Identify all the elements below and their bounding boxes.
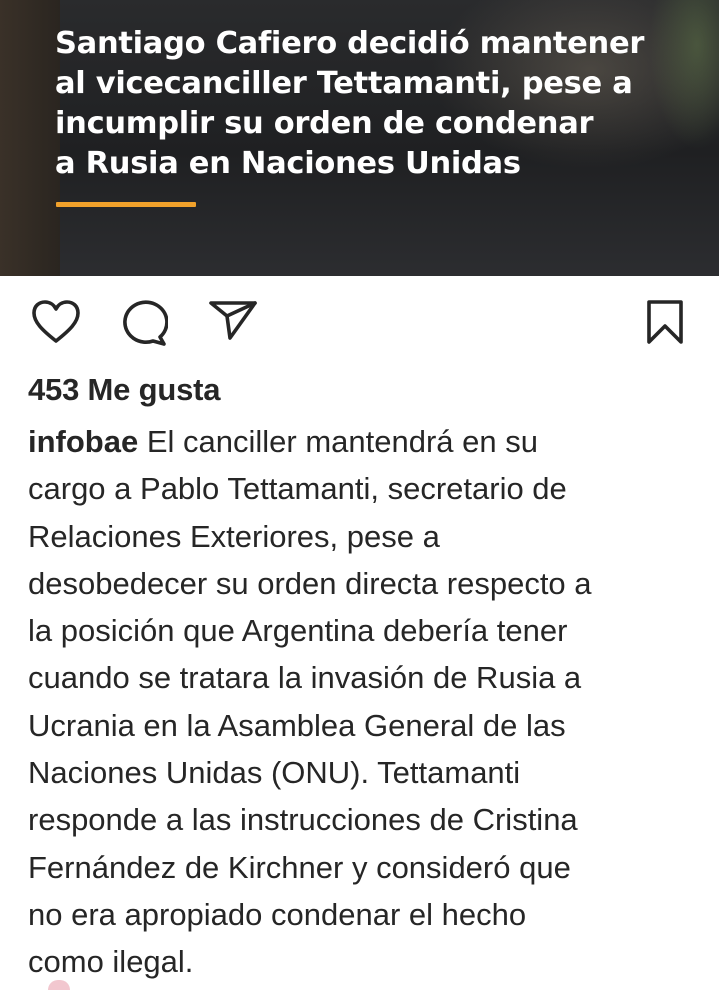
headline-line: Santiago Cafiero decidió mantener (55, 26, 645, 61)
post-actions-bar (0, 290, 719, 354)
caption-line: desobedecer su orden directa respecto a (28, 565, 592, 601)
post-headline: Santiago Cafiero decidió mantener al vic… (55, 24, 705, 184)
caption-line: no era apropiado condenar el hecho (28, 896, 527, 932)
caption-line: responde a las instrucciones de Cristina (28, 802, 578, 838)
post-image[interactable]: Santiago Cafiero decidió mantener al vic… (0, 0, 719, 276)
background-photo-left (0, 0, 60, 276)
headline-line: incumplir su orden de condenar (55, 106, 594, 141)
send-icon[interactable] (208, 298, 258, 342)
caption-line: cuando se tratara la invasión de Rusia a (28, 660, 582, 696)
bookmark-icon[interactable] (645, 299, 685, 345)
headline-line: al vicecanciller Tettamanti, pese a (55, 66, 633, 101)
caption-line: la posición que Argentina debería tener (28, 613, 568, 649)
caption-line: Relaciones Exteriores, pese a (28, 518, 440, 554)
caption-line: Naciones Unidas (ONU). Tettamanti (28, 755, 521, 791)
caption-line: cargo a Pablo Tettamanti, secretario de (28, 471, 567, 507)
heart-icon[interactable] (32, 300, 80, 344)
caption-line: como ilegal. (28, 944, 194, 980)
caption-text: El canciller mantendrá en su (138, 424, 538, 459)
caption-line: Fernández de Kirchner y consideró que (28, 849, 571, 885)
headline-line: a Rusia en Naciones Unidas (55, 146, 521, 181)
caption-username[interactable]: infobae (28, 424, 138, 459)
likes-count[interactable]: 453 Me gusta (28, 372, 220, 408)
caption-line: Ucrania en la Asamblea General de las (28, 707, 566, 743)
caption-line: infobae El canciller mantendrá en su (28, 418, 698, 465)
post-caption: infobae El canciller mantendrá en su car… (28, 418, 698, 986)
headline-accent-bar (56, 202, 196, 207)
comment-icon[interactable] (120, 300, 168, 346)
